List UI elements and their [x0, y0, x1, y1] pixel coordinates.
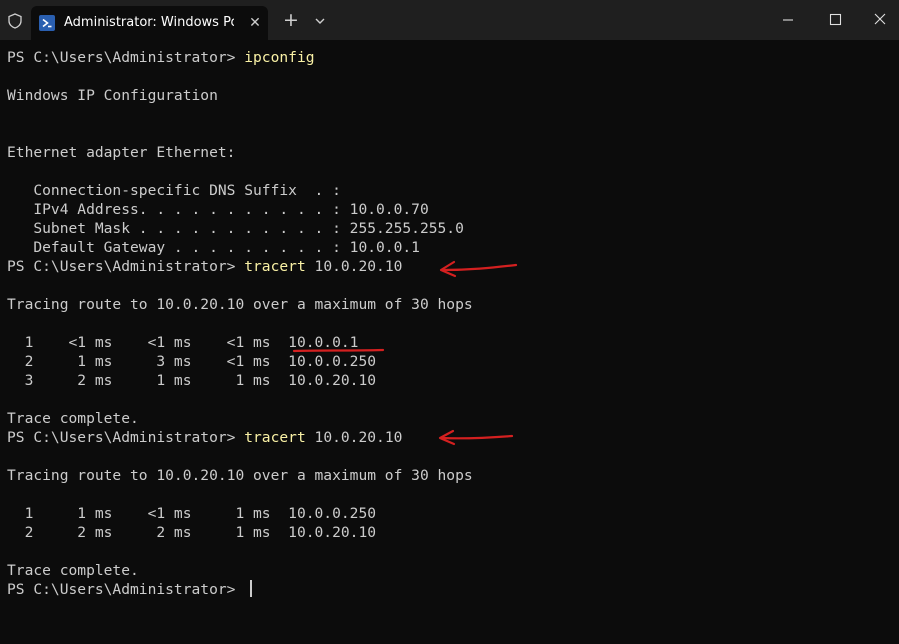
terminal-line: 2 1 ms 3 ms <1 ms 10.0.0.250: [7, 353, 377, 370]
command-text: tracert: [244, 258, 306, 275]
terminal-line: PS C:\Users\Administrator> tracert 10.0.…: [7, 428, 402, 447]
maximize-icon[interactable]: [813, 8, 857, 32]
new-tab-button[interactable]: +: [281, 10, 301, 30]
terminal-line: Tracing route to 10.0.20.10 over a maxim…: [7, 467, 473, 484]
chevron-down-icon[interactable]: [311, 12, 329, 30]
terminal-line: IPv4 Address. . . . . . . . . . . : 10.0…: [7, 201, 429, 218]
terminal-line: 1 <1 ms <1 ms <1 ms 10.0.0.1: [7, 334, 359, 351]
terminal-line: Subnet Mask . . . . . . . . . . . : 255.…: [7, 220, 464, 237]
powershell-icon: [39, 15, 55, 31]
terminal-line: Ethernet adapter Ethernet:: [7, 144, 236, 161]
shield-icon: [8, 13, 22, 29]
prompt: PS C:\Users\Administrator>: [7, 581, 245, 598]
terminal-line: Trace complete.: [7, 562, 139, 579]
minimize-icon[interactable]: [766, 8, 810, 32]
command-text: tracert: [244, 429, 306, 446]
tab-administrator-powershell[interactable]: Administrator: Windows PowerShell ✕: [31, 6, 268, 40]
terminal-line: PS C:\Users\Administrator>: [7, 580, 244, 599]
title-bar[interactable]: Administrator: Windows PowerShell ✕ +: [0, 0, 899, 40]
terminal-line: 3 2 ms 1 ms 1 ms 10.0.20.10: [7, 372, 377, 389]
terminal-line: Trace complete.: [7, 410, 139, 427]
terminal-line: PS C:\Users\Administrator> ipconfig: [7, 48, 315, 67]
command-args: 10.0.20.10: [305, 429, 403, 446]
tab-title: Administrator: Windows PowerShell: [64, 15, 234, 30]
terminal-line: Connection-specific DNS Suffix . :: [7, 182, 341, 199]
command-args: 10.0.20.10: [305, 258, 403, 275]
terminal-line: Tracing route to 10.0.20.10 over a maxim…: [7, 296, 473, 313]
terminal-line: Windows IP Configuration: [7, 87, 218, 104]
terminal-line: 1 1 ms <1 ms 1 ms 10.0.0.250: [7, 505, 377, 522]
terminal-line: 2 2 ms 2 ms 1 ms 10.0.20.10: [7, 524, 377, 541]
tab-close-icon[interactable]: ✕: [247, 15, 263, 31]
command-text: ipconfig: [244, 49, 315, 66]
prompt: PS C:\Users\Administrator>: [7, 429, 245, 446]
terminal-window: Administrator: Windows PowerShell ✕ + PS…: [0, 0, 899, 644]
text-cursor: [250, 580, 252, 597]
prompt: PS C:\Users\Administrator>: [7, 49, 245, 66]
terminal-line: Default Gateway . . . . . . . . . : 10.0…: [7, 239, 420, 256]
prompt: PS C:\Users\Administrator>: [7, 258, 245, 275]
terminal-output[interactable]: PS C:\Users\Administrator> ipconfig Wind…: [0, 40, 899, 644]
close-window-icon[interactable]: [858, 8, 899, 32]
terminal-line: PS C:\Users\Administrator> tracert 10.0.…: [7, 257, 402, 276]
